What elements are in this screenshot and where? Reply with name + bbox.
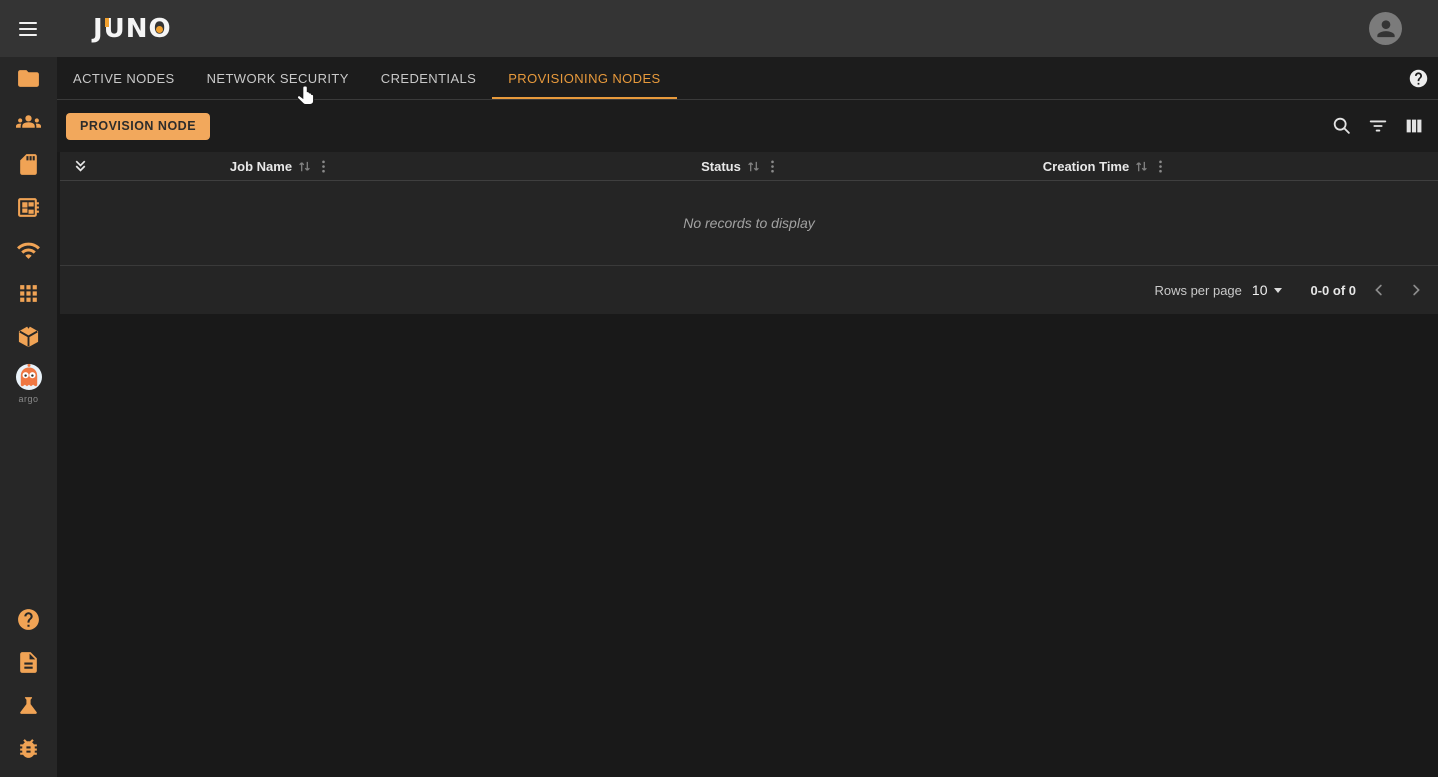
column-label-creation-time[interactable]: Creation Time bbox=[1043, 159, 1129, 174]
sidebar-item-deployed-code[interactable] bbox=[0, 315, 57, 358]
hamburger-menu-icon[interactable] bbox=[4, 5, 52, 53]
sidebar-item-help[interactable] bbox=[0, 598, 57, 641]
pagination-range: 0-0 of 0 bbox=[1310, 283, 1356, 298]
hamburger-bars bbox=[19, 22, 37, 36]
grid-toolbar: PROVISION NODE bbox=[57, 100, 1438, 152]
header-cell-status: Status bbox=[460, 159, 1020, 174]
science-flask-icon bbox=[16, 693, 41, 718]
provision-node-button[interactable]: PROVISION NODE bbox=[66, 113, 210, 140]
vertical-dots-icon bbox=[317, 159, 330, 174]
chevron-right-icon bbox=[1407, 281, 1425, 299]
data-grid: Job Name Status bbox=[60, 152, 1438, 314]
expand-all-button[interactable] bbox=[72, 158, 89, 175]
sort-arrows-icon bbox=[1134, 159, 1149, 174]
sidebar-item-docs[interactable] bbox=[0, 641, 57, 684]
sidebar-item-bug-report[interactable] bbox=[0, 727, 57, 770]
search-icon bbox=[1331, 115, 1353, 137]
column-label-status[interactable]: Status bbox=[701, 159, 741, 174]
grid-header-row: Job Name Status bbox=[60, 152, 1438, 181]
sidebar-item-apps[interactable] bbox=[0, 272, 57, 315]
tabbar-help-button[interactable] bbox=[1406, 66, 1430, 90]
developer-board-icon bbox=[16, 195, 41, 220]
filter-list-icon bbox=[1367, 115, 1389, 137]
cube-package-icon bbox=[16, 324, 41, 349]
user-avatar[interactable] bbox=[1369, 12, 1402, 45]
wifi-icon bbox=[16, 238, 41, 263]
toolbar-icon-group bbox=[1330, 114, 1426, 138]
help-circle-icon bbox=[1408, 68, 1429, 89]
header-cell-expander bbox=[60, 158, 100, 175]
left-icon-sidebar: argo bbox=[0, 57, 57, 777]
view-columns-icon bbox=[1403, 115, 1425, 137]
sidebar-item-argo[interactable]: argo bbox=[0, 358, 57, 408]
column-label-job-name[interactable]: Job Name bbox=[230, 159, 292, 174]
filter-button[interactable] bbox=[1366, 114, 1390, 138]
rows-per-page-label: Rows per page bbox=[1154, 283, 1241, 298]
tab-active-nodes[interactable]: ACTIVE NODES bbox=[57, 57, 191, 99]
person-icon bbox=[1373, 16, 1399, 42]
column-menu-status[interactable] bbox=[766, 159, 779, 174]
sort-icon-status[interactable] bbox=[746, 159, 761, 174]
sort-arrows-icon bbox=[746, 159, 761, 174]
juno-logo-orange-dot bbox=[156, 26, 163, 33]
columns-button[interactable] bbox=[1402, 114, 1426, 138]
sd-card-icon bbox=[16, 152, 41, 177]
sidebar-item-folder[interactable] bbox=[0, 57, 57, 100]
dropdown-arrow-icon bbox=[1274, 288, 1282, 293]
column-menu-creation-time[interactable] bbox=[1154, 159, 1167, 174]
grid-pagination: Rows per page 10 0-0 of 0 bbox=[60, 266, 1438, 314]
column-menu-job-name[interactable] bbox=[317, 159, 330, 174]
vertical-dots-icon bbox=[766, 159, 779, 174]
argo-label: argo bbox=[18, 394, 38, 404]
apps-grid-icon bbox=[16, 281, 41, 306]
tab-network-security[interactable]: NETWORK SECURITY bbox=[191, 57, 365, 99]
header-cell-creation-time: Creation Time bbox=[1020, 159, 1190, 174]
sort-arrows-icon bbox=[297, 159, 312, 174]
header-cell-job-name: Job Name bbox=[100, 159, 460, 174]
bug-icon bbox=[16, 736, 41, 761]
tab-bar: ACTIVE NODES NETWORK SECURITY CREDENTIAL… bbox=[57, 57, 1438, 100]
no-records-message: No records to display bbox=[683, 215, 815, 231]
rows-per-page-select[interactable]: 10 bbox=[1252, 282, 1283, 298]
grid-empty-row: No records to display bbox=[60, 181, 1438, 266]
juno-logo: JUNO bbox=[93, 16, 172, 42]
sort-icon-job-name[interactable] bbox=[297, 159, 312, 174]
search-button[interactable] bbox=[1330, 114, 1354, 138]
sidebar-item-groups[interactable] bbox=[0, 100, 57, 143]
rows-per-page-value: 10 bbox=[1252, 282, 1268, 298]
document-icon bbox=[16, 650, 41, 675]
sort-icon-creation-time[interactable] bbox=[1134, 159, 1149, 174]
next-page-button[interactable] bbox=[1402, 276, 1430, 304]
help-circle-icon bbox=[16, 607, 41, 632]
groups-icon bbox=[16, 109, 41, 134]
sidebar-item-sd-card[interactable] bbox=[0, 143, 57, 186]
previous-page-button[interactable] bbox=[1365, 276, 1393, 304]
sidebar-item-wifi[interactable] bbox=[0, 229, 57, 272]
juno-logo-orange-tick bbox=[105, 18, 109, 27]
tab-provisioning-nodes[interactable]: PROVISIONING NODES bbox=[492, 57, 676, 99]
folder-icon bbox=[16, 66, 41, 91]
vertical-dots-icon bbox=[1154, 159, 1167, 174]
tab-credentials[interactable]: CREDENTIALS bbox=[365, 57, 492, 99]
top-app-bar: JUNO bbox=[0, 0, 1438, 57]
sidebar-item-developer-board[interactable] bbox=[0, 186, 57, 229]
main-content: ACTIVE NODES NETWORK SECURITY CREDENTIAL… bbox=[57, 57, 1438, 777]
argo-mascot-icon bbox=[12, 362, 46, 396]
chevron-left-icon bbox=[1370, 281, 1388, 299]
double-chevron-down-icon bbox=[72, 158, 89, 175]
sidebar-item-labs[interactable] bbox=[0, 684, 57, 727]
